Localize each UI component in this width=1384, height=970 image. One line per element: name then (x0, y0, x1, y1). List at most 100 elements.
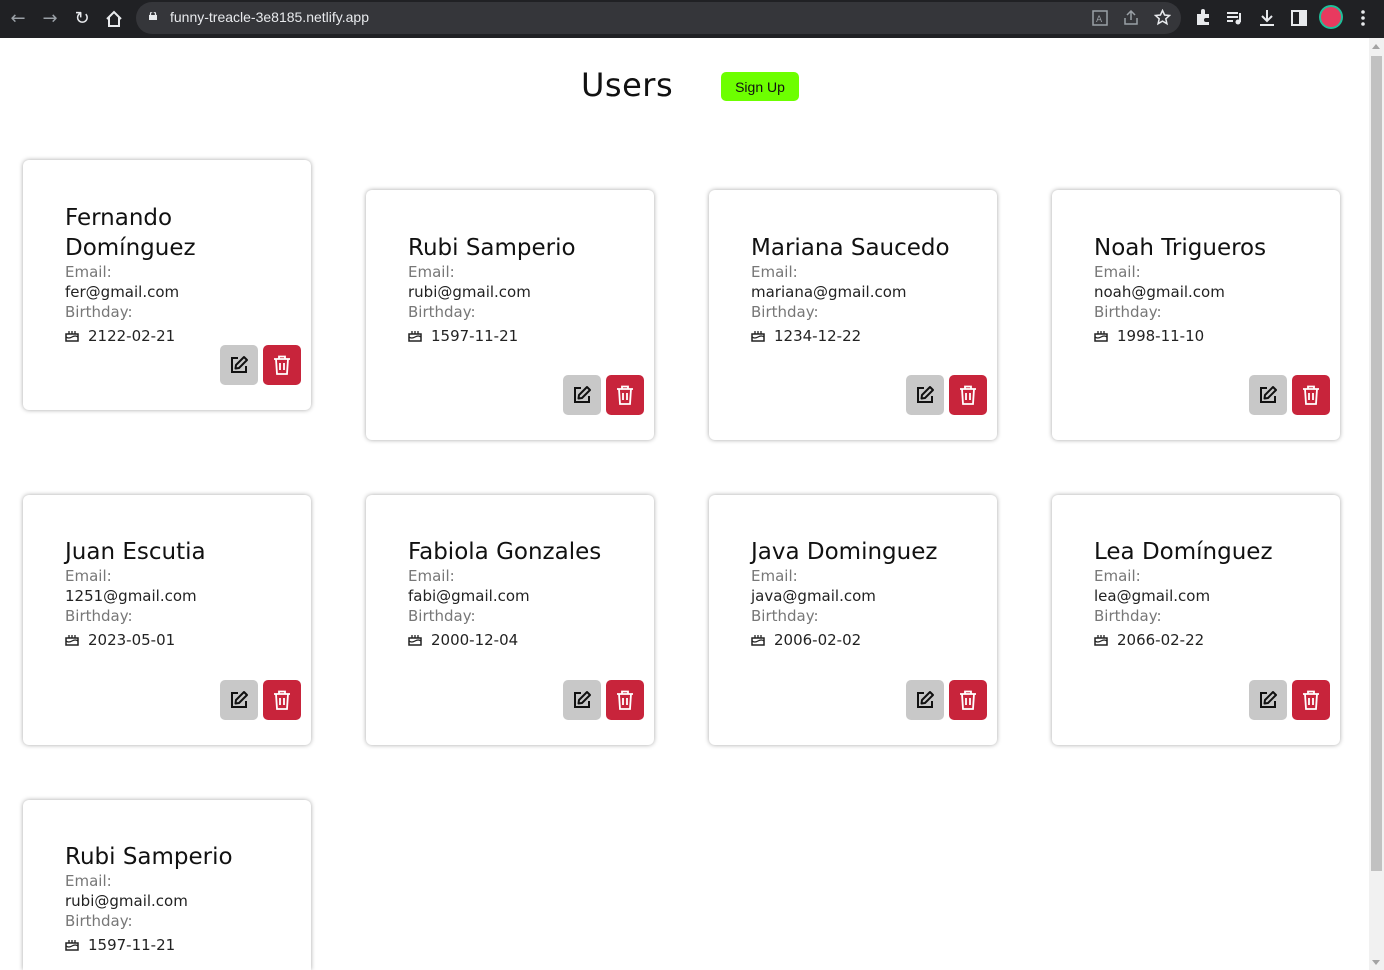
reload-icon[interactable]: ↻ (70, 7, 94, 31)
user-card: Fernando Domínguez Email: fer@gmail.com … (23, 160, 311, 410)
edit-icon (917, 386, 934, 403)
user-name: Juan Escutia (65, 539, 206, 565)
menu-kebab-icon[interactable] (1353, 8, 1373, 28)
user-card: Fabiola Gonzales Email: fabi@gmail.com B… (366, 495, 654, 745)
user-birthday: 1998-11-10 (1117, 327, 1205, 345)
user-name: Noah Trigueros (1094, 235, 1267, 261)
trash-icon (617, 385, 633, 405)
edit-button[interactable] (220, 680, 258, 720)
user-birthday: 1597-11-21 (431, 327, 519, 345)
user-name: Fabiola Gonzales (408, 539, 602, 565)
user-name: Rubi Samperio (65, 844, 233, 870)
user-name: Java Dominguez (751, 539, 938, 565)
media-icon[interactable] (1225, 8, 1245, 28)
birthday-label: Birthday: (1094, 607, 1162, 625)
email-label: Email: (1094, 567, 1141, 585)
delete-button[interactable] (263, 345, 301, 385)
email-label: Email: (65, 872, 112, 890)
edit-button[interactable] (1249, 375, 1287, 415)
user-email: fabi@gmail.com (408, 587, 530, 605)
delete-button[interactable] (1292, 680, 1330, 720)
email-label: Email: (65, 567, 112, 585)
forward-icon[interactable]: → (38, 7, 62, 31)
cake-icon (65, 940, 79, 951)
home-icon[interactable] (102, 7, 126, 31)
user-birthday: 2000-12-04 (431, 631, 519, 649)
back-icon[interactable]: ← (6, 7, 30, 31)
share-icon[interactable] (1123, 10, 1139, 26)
birthday-row: 1597-11-21 (65, 936, 175, 954)
user-card: Rubi Samperio Email: rubi@gmail.com Birt… (23, 800, 311, 970)
delete-button[interactable] (1292, 375, 1330, 415)
address-bar[interactable]: funny-treacle-3e8185.netlify.app A (136, 2, 1181, 34)
cake-icon (65, 635, 79, 646)
page-title: Users (581, 66, 674, 104)
user-birthday: 2122-02-21 (88, 327, 176, 345)
edit-button[interactable] (906, 375, 944, 415)
user-card: Lea Domínguez Email: lea@gmail.com Birth… (1052, 495, 1340, 745)
edit-icon (574, 386, 591, 403)
user-birthday: 1597-11-21 (88, 936, 176, 954)
cake-icon (408, 331, 422, 342)
delete-button[interactable] (606, 680, 644, 720)
user-name: Lea Domínguez (1094, 539, 1273, 565)
user-card: Rubi Samperio Email: rubi@gmail.com Birt… (366, 190, 654, 440)
profile-avatar[interactable] (1321, 7, 1341, 27)
svg-text:A: A (1096, 15, 1103, 25)
user-name: Fernando Domínguez (65, 205, 196, 261)
birthday-label: Birthday: (65, 303, 133, 321)
email-label: Email: (65, 263, 112, 281)
side-panel-icon[interactable] (1289, 8, 1309, 28)
scrollbar-thumb[interactable] (1371, 56, 1382, 871)
edit-button[interactable] (220, 345, 258, 385)
star-icon[interactable] (1154, 9, 1171, 26)
delete-button[interactable] (606, 375, 644, 415)
edit-button[interactable] (906, 680, 944, 720)
birthday-row: 1998-11-10 (1094, 327, 1204, 345)
email-label: Email: (1094, 263, 1141, 281)
birthday-label: Birthday: (408, 303, 476, 321)
birthday-row: 2023-05-01 (65, 631, 175, 649)
cake-icon (751, 635, 765, 646)
birthday-row: 2006-02-02 (751, 631, 861, 649)
trash-icon (617, 690, 633, 710)
trash-icon (1303, 385, 1319, 405)
edit-button[interactable] (563, 680, 601, 720)
edit-icon (1260, 691, 1277, 708)
user-name: Mariana Saucedo (751, 235, 950, 261)
cake-icon (1094, 331, 1108, 342)
download-icon[interactable] (1257, 8, 1277, 28)
birthday-label: Birthday: (1094, 303, 1162, 321)
email-label: Email: (751, 567, 798, 585)
edit-button[interactable] (1249, 680, 1287, 720)
lock-icon (149, 12, 157, 20)
extensions-icon[interactable] (1193, 8, 1213, 28)
scroll-up-arrow[interactable] (1372, 44, 1380, 49)
user-email: rubi@gmail.com (65, 892, 188, 910)
trash-icon (960, 690, 976, 710)
edit-icon (231, 691, 248, 708)
cake-icon (751, 331, 765, 342)
edit-icon (917, 691, 934, 708)
birthday-label: Birthday: (65, 607, 133, 625)
user-birthday: 2023-05-01 (88, 631, 176, 649)
user-birthday: 2006-02-02 (774, 631, 862, 649)
scroll-down-arrow[interactable] (1372, 960, 1380, 965)
birthday-row: 2000-12-04 (408, 631, 518, 649)
edit-button[interactable] (563, 375, 601, 415)
birthday-row: 1234-12-22 (751, 327, 861, 345)
cake-icon (408, 635, 422, 646)
user-email: fer@gmail.com (65, 283, 180, 301)
edit-icon (231, 356, 248, 373)
delete-button[interactable] (949, 375, 987, 415)
delete-button[interactable] (949, 680, 987, 720)
edit-icon (1260, 386, 1277, 403)
delete-button[interactable] (263, 680, 301, 720)
sign-up-button[interactable]: Sign Up (721, 72, 799, 101)
birthday-label: Birthday: (65, 912, 133, 930)
user-email: mariana@gmail.com (751, 283, 907, 301)
user-email: noah@gmail.com (1094, 283, 1225, 301)
translate-icon[interactable]: A (1092, 10, 1108, 26)
user-email: 1251@gmail.com (65, 587, 197, 605)
trash-icon (1303, 690, 1319, 710)
